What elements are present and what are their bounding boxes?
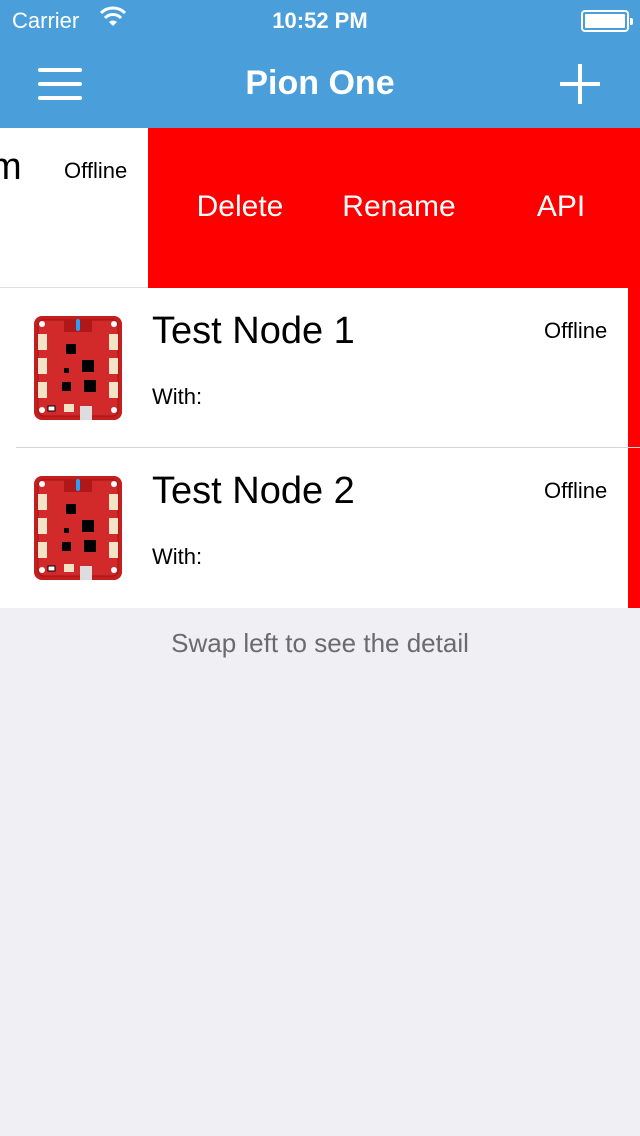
status-bar: Carrier 10:52 PM [0,0,640,40]
node-with-label: With: [152,544,203,569]
node-name-partial: m [0,146,22,188]
node-status: Offline [64,158,128,183]
delete-button[interactable]: Delete [188,190,292,224]
status-time: 10:52 PM [272,8,368,33]
swiped-node-row[interactable]: m Offline Delete Rename API [0,128,640,288]
node-board-icon [34,316,122,420]
list-item[interactable]: Test Node 1 With: Offline [0,288,640,448]
rename-button[interactable]: Rename [334,190,464,224]
node-board-icon [34,476,122,580]
row-edge-indicator [628,448,640,608]
swipe-hint: Swap left to see the detail [171,628,469,658]
api-button[interactable]: API [528,190,594,224]
list-item[interactable]: Test Node 2 With: Offline [0,448,640,608]
page-title: Pion One [245,64,395,102]
battery-icon [581,10,633,32]
navigation-bar: Carrier 10:52 PM Pion One [0,0,640,128]
node-name: Test Node 1 [152,310,355,352]
node-status: Offline [544,318,608,343]
node-with-label: With: [152,384,203,409]
add-node-button[interactable] [560,64,600,104]
row-edge-indicator [628,288,640,448]
node-name: Test Node 2 [152,470,355,512]
row-actions: Delete Rename API [148,128,640,288]
node-status: Offline [544,478,608,503]
